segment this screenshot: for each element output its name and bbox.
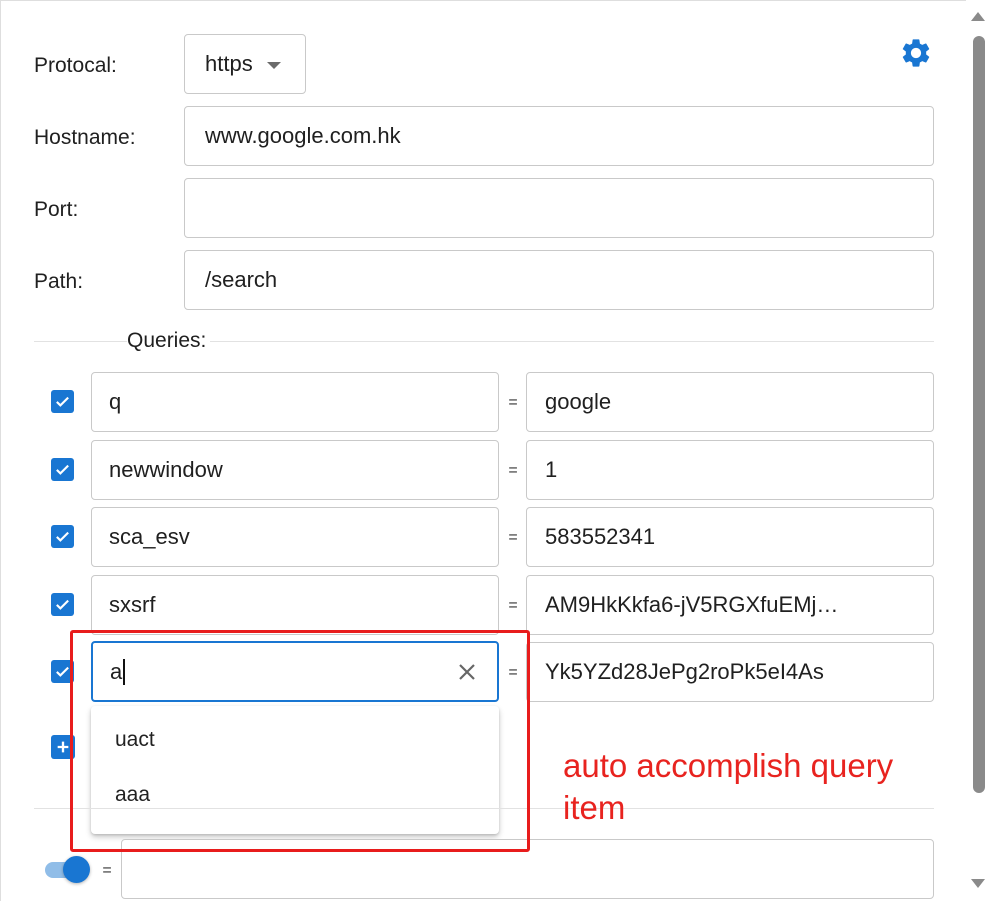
- query-value-text: 1: [545, 457, 558, 482]
- chevron-down-icon: [266, 61, 281, 69]
- query-key-value: newwindow: [109, 457, 223, 482]
- query-key-input[interactable]: sxsrf: [91, 575, 499, 635]
- query-key-value: q: [109, 389, 122, 414]
- equals-sign: =: [508, 664, 518, 681]
- query-key-input[interactable]: q: [91, 372, 499, 432]
- port-input[interactable]: [184, 178, 934, 238]
- protocol-label: Protocal:: [34, 54, 117, 77]
- checkmark-icon: [56, 666, 69, 677]
- path-input[interactable]: /search: [184, 250, 934, 310]
- query-key-value: a: [110, 658, 123, 684]
- equals-sign: =: [508, 462, 518, 479]
- equals-sign: =: [508, 597, 518, 614]
- query-key-input[interactable]: sca_esv: [91, 507, 499, 567]
- equals-sign: =: [508, 394, 518, 411]
- query-value-input[interactable]: AM9HkKkfa6-jV5RGXfuEMj…: [526, 575, 934, 635]
- equals-sign: =: [102, 862, 112, 879]
- autocomplete-dropdown: uact aaa: [91, 706, 499, 834]
- close-icon[interactable]: [455, 660, 479, 684]
- query-value-text: google: [545, 389, 612, 414]
- toggle-thumb[interactable]: [63, 856, 90, 883]
- hostname-label: Hostname:: [34, 126, 136, 149]
- scrollbar-thumb[interactable]: [973, 36, 985, 793]
- hostname-input[interactable]: www.google.com.hk: [184, 106, 934, 166]
- query-value-input[interactable]: Yk5YZd28JePg2roPk5eI4As: [526, 642, 934, 702]
- checkmark-icon: [56, 599, 69, 610]
- query-key-input-active[interactable]: a: [91, 641, 499, 702]
- scroll-up-arrow-icon[interactable]: [971, 12, 985, 21]
- query-value-text: 583552341: [545, 524, 656, 549]
- port-label: Port:: [34, 198, 79, 221]
- plus-icon: [57, 741, 69, 753]
- add-query-button[interactable]: [51, 735, 75, 759]
- query-key-input[interactable]: newwindow: [91, 440, 499, 500]
- protocol-select[interactable]: https: [184, 34, 306, 94]
- query-value-text: AM9HkKkfa6-jV5RGXfuEMj…: [545, 592, 839, 617]
- query-value-text: Yk5YZd28JePg2roPk5eI4As: [545, 659, 824, 684]
- hostname-input-value: www.google.com.hk: [205, 123, 401, 148]
- query-value-input[interactable]: google: [526, 372, 934, 432]
- query-checkbox[interactable]: [51, 390, 74, 413]
- footer-value-input[interactable]: [121, 839, 934, 899]
- query-value-input[interactable]: 1: [526, 440, 934, 500]
- query-checkbox[interactable]: [51, 458, 74, 481]
- autocomplete-option[interactable]: uact: [115, 728, 155, 752]
- path-label: Path:: [34, 270, 84, 293]
- query-value-input[interactable]: 583552341: [526, 507, 934, 567]
- query-checkbox[interactable]: [51, 593, 74, 616]
- text-cursor: [123, 658, 125, 685]
- equals-sign: =: [508, 529, 518, 546]
- query-checkbox[interactable]: [51, 660, 74, 683]
- checkmark-icon: [56, 396, 69, 407]
- protocol-select-value: https: [205, 51, 253, 76]
- checkmark-icon: [56, 464, 69, 475]
- query-key-value: sxsrf: [109, 592, 156, 617]
- queries-title: Queries:: [127, 329, 211, 353]
- query-key-value: sca_esv: [109, 524, 190, 549]
- query-checkbox[interactable]: [51, 525, 74, 548]
- annotation-text: auto accomplish query item: [563, 747, 894, 826]
- gear-icon[interactable]: [899, 36, 933, 70]
- path-input-value: /search: [205, 267, 278, 292]
- checkmark-icon: [56, 531, 69, 542]
- autocomplete-option[interactable]: aaa: [115, 783, 150, 807]
- scroll-down-arrow-icon[interactable]: [971, 879, 985, 888]
